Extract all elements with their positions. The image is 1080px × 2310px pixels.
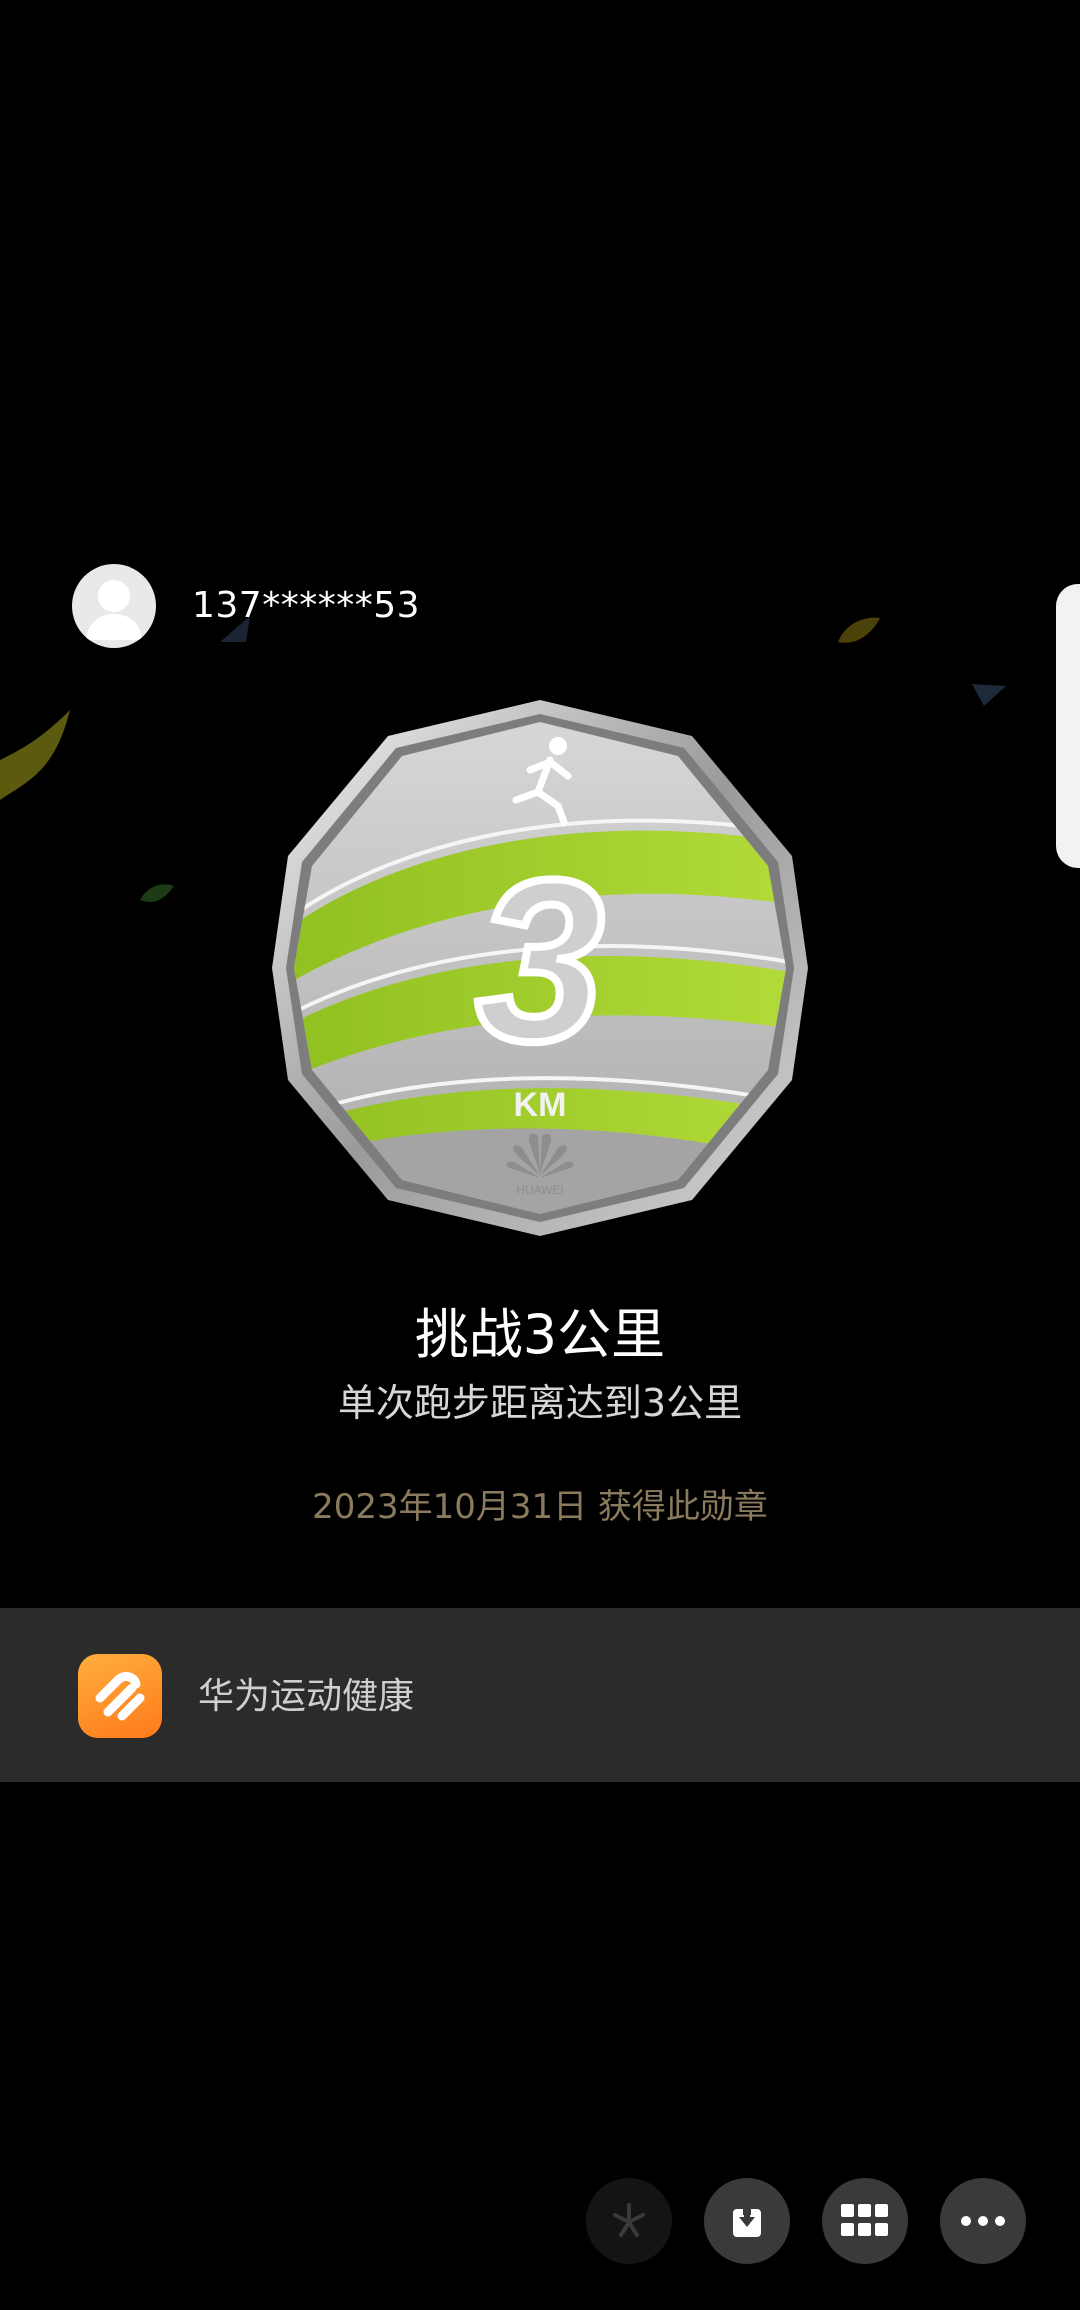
apps-grid-button[interactable] bbox=[822, 2178, 908, 2264]
huawei-health-app-icon[interactable] bbox=[78, 1654, 162, 1738]
badge-title: 挑战3公里 bbox=[414, 1303, 666, 1366]
confetti-triangle-right bbox=[972, 684, 1006, 706]
confetti-yellow-left bbox=[0, 710, 70, 800]
grid-icon bbox=[841, 2204, 888, 2236]
user-phone-masked: 137******53 bbox=[192, 585, 421, 626]
medal-distance-number: 3 bbox=[476, 832, 604, 1089]
download-icon bbox=[733, 2203, 761, 2237]
user-avatar[interactable] bbox=[72, 564, 156, 648]
badge-earned-date: 2023年10月31日 获得此勋章 bbox=[312, 1487, 768, 1527]
app-source-bar[interactable] bbox=[0, 1608, 1080, 1782]
side-edge-handle[interactable] bbox=[1056, 584, 1080, 868]
app-name: 华为运动健康 bbox=[198, 1676, 415, 1717]
more-dots-icon bbox=[961, 2216, 1005, 2226]
share-button[interactable] bbox=[586, 2178, 672, 2264]
more-options-button[interactable] bbox=[940, 2178, 1026, 2264]
badge-description: 单次跑步距离达到3公里 bbox=[337, 1381, 743, 1425]
save-image-button[interactable] bbox=[704, 2178, 790, 2264]
medal-unit: KM bbox=[514, 1086, 567, 1124]
share-sparkle-icon bbox=[613, 2203, 645, 2237]
confetti-green-left bbox=[140, 884, 174, 903]
medal-brand: HUAWEI bbox=[516, 1183, 564, 1197]
avatar-placeholder-icon bbox=[86, 580, 142, 640]
medal-badge-image: 3 KM HUAWEI bbox=[268, 696, 812, 1240]
confetti-yellow-right bbox=[838, 617, 880, 643]
